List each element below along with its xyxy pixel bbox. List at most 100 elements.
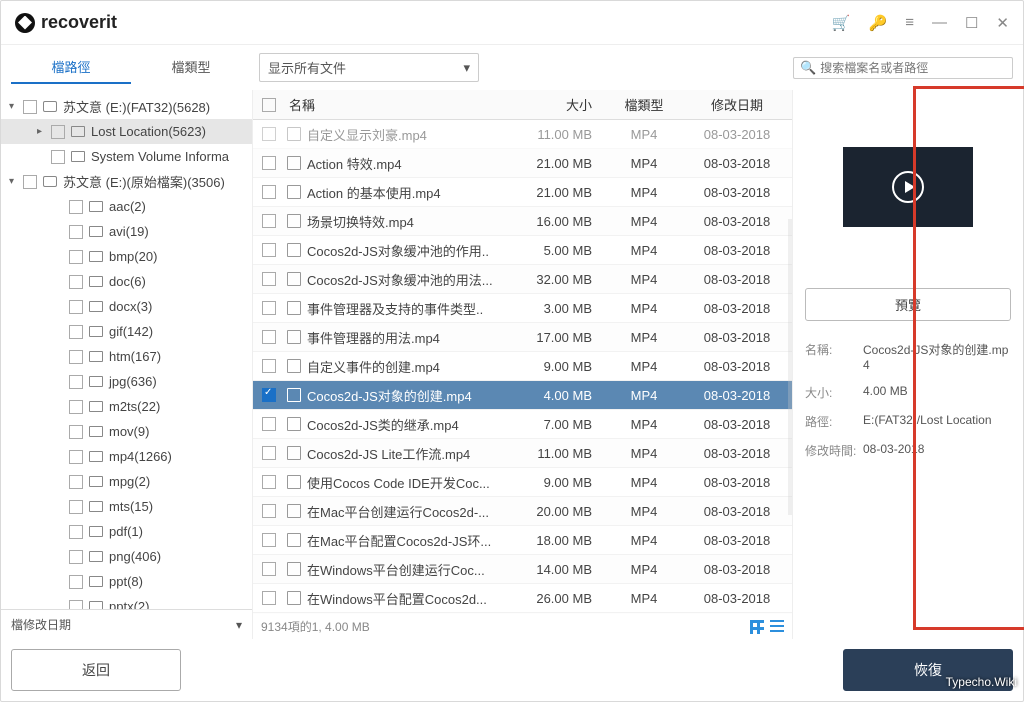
tree-item[interactable]: mp4(1266) (1, 444, 252, 469)
brand-name: recoverit (41, 12, 117, 33)
search-input[interactable] (820, 61, 1006, 75)
col-name[interactable]: 名稱 (285, 95, 516, 114)
file-icon (287, 533, 301, 547)
tree-item[interactable]: bmp(20) (1, 244, 252, 269)
file-row[interactable]: 场景切换特效.mp4 16.00 MB MP4 08-03-2018 (253, 207, 792, 236)
chevron-down-icon[interactable]: ▾ (236, 618, 242, 632)
row-checkbox[interactable] (262, 446, 276, 460)
back-button[interactable]: 返回 (11, 649, 181, 691)
col-size[interactable]: 大小 (516, 95, 606, 114)
list-view-icon[interactable] (770, 620, 784, 634)
tree-item[interactable]: ▾苏文意 (E:)(FAT32)(5628) (1, 94, 252, 119)
row-checkbox[interactable] (262, 301, 276, 315)
minimize-icon[interactable]: — (932, 14, 947, 31)
file-row[interactable]: 自定义事件的创建.mp4 9.00 MB MP4 08-03-2018 (253, 352, 792, 381)
tree-item[interactable]: pdf(1) (1, 519, 252, 544)
recover-button[interactable]: 恢復 (843, 649, 1013, 691)
file-row[interactable]: Cocos2d-JS对象的创建.mp4 4.00 MB MP4 08-03-20… (253, 381, 792, 410)
tree-item[interactable]: doc(6) (1, 269, 252, 294)
tree-item[interactable]: m2ts(22) (1, 394, 252, 419)
file-row[interactable]: 在Windows平台创建运行Coc... 14.00 MB MP4 08-03-… (253, 555, 792, 584)
file-icon (287, 185, 301, 199)
menu-icon[interactable]: ≡ (905, 14, 914, 31)
file-row[interactable]: Cocos2d-JS Lite工作流.mp4 11.00 MB MP4 08-0… (253, 439, 792, 468)
cart-icon[interactable]: 🛒 (832, 14, 851, 32)
tree-item[interactable]: ▸Lost Location(5623) (1, 119, 252, 144)
preview-button[interactable]: 預覽 (805, 288, 1011, 321)
tree-item[interactable]: pptx(2) (1, 594, 252, 609)
row-checkbox[interactable] (262, 475, 276, 489)
file-row[interactable]: 自定义显示刘豪.mp4 11.00 MB MP4 08-03-2018 (253, 120, 792, 149)
tree-item[interactable]: png(406) (1, 544, 252, 569)
file-row[interactable]: 使用Cocos Code IDE开发Coc... 9.00 MB MP4 08-… (253, 468, 792, 497)
info-path: E:(FAT32)/Lost Location (863, 413, 1011, 430)
row-checkbox[interactable] (262, 272, 276, 286)
chevron-down-icon: ▾ (463, 60, 470, 76)
logo-icon (15, 13, 35, 33)
row-checkbox[interactable] (262, 359, 276, 373)
grid-view-icon[interactable] (750, 620, 764, 634)
tree-item[interactable]: jpg(636) (1, 369, 252, 394)
row-checkbox[interactable] (262, 243, 276, 257)
file-icon (287, 330, 301, 344)
file-icon (287, 359, 301, 373)
tree-item[interactable]: gif(142) (1, 319, 252, 344)
file-icon (287, 417, 301, 431)
titlebar: recoverit 🛒 🔑 ≡ — ☐ ✕ (1, 1, 1023, 45)
sidebar-footer: 檔修改日期 ▾ (1, 609, 252, 639)
file-row[interactable]: Cocos2d-JS对象缓冲池的作用.. 5.00 MB MP4 08-03-2… (253, 236, 792, 265)
key-icon[interactable]: 🔑 (869, 14, 888, 32)
row-checkbox[interactable] (262, 214, 276, 228)
file-row[interactable]: 在Mac平台配置Cocos2d-JS环... 18.00 MB MP4 08-0… (253, 526, 792, 555)
file-icon (287, 446, 301, 460)
tree-item[interactable]: htm(167) (1, 344, 252, 369)
row-checkbox[interactable] (262, 185, 276, 199)
info-date: 08-03-2018 (863, 442, 1011, 459)
row-checkbox[interactable] (262, 504, 276, 518)
file-row[interactable]: Action 的基本使用.mp4 21.00 MB MP4 08-03-2018 (253, 178, 792, 207)
tree-item[interactable]: aac(2) (1, 194, 252, 219)
file-row[interactable]: 在Mac平台创建运行Cocos2d-... 20.00 MB MP4 08-03… (253, 497, 792, 526)
row-checkbox[interactable] (262, 127, 276, 141)
file-icon (287, 127, 301, 141)
select-all-checkbox[interactable] (262, 98, 276, 112)
close-icon[interactable]: ✕ (996, 14, 1009, 32)
maximize-icon[interactable]: ☐ (965, 14, 978, 32)
tree-item[interactable]: mts(15) (1, 494, 252, 519)
file-row[interactable]: 事件管理器及支持的事件类型.. 3.00 MB MP4 08-03-2018 (253, 294, 792, 323)
tree-item[interactable]: ppt(8) (1, 569, 252, 594)
row-checkbox[interactable] (262, 388, 276, 402)
tree-item[interactable]: System Volume Informa (1, 144, 252, 169)
tab-type[interactable]: 檔類型 (131, 51, 251, 84)
row-checkbox[interactable] (262, 591, 276, 605)
play-icon[interactable] (892, 171, 924, 203)
tab-path[interactable]: 檔路徑 (11, 51, 131, 84)
search-box[interactable]: 🔍 (793, 57, 1013, 79)
file-icon (287, 562, 301, 576)
file-list[interactable]: 自定义显示刘豪.mp4 11.00 MB MP4 08-03-2018 Acti… (253, 120, 792, 614)
file-icon (287, 504, 301, 518)
file-row[interactable]: 事件管理器的用法.mp4 17.00 MB MP4 08-03-2018 (253, 323, 792, 352)
col-type[interactable]: 檔類型 (606, 95, 682, 114)
file-row[interactable]: Action 特效.mp4 21.00 MB MP4 08-03-2018 (253, 149, 792, 178)
row-checkbox[interactable] (262, 533, 276, 547)
app-logo: recoverit (15, 12, 117, 33)
filter-dropdown[interactable]: 显示所有文件 ▾ (259, 53, 479, 82)
tree-item[interactable]: avi(19) (1, 219, 252, 244)
tree-item[interactable]: ▾苏文意 (E:)(原始檔案)(3506) (1, 169, 252, 194)
file-row[interactable]: Cocos2d-JS对象缓冲池的用法... 32.00 MB MP4 08-03… (253, 265, 792, 294)
file-row[interactable]: Cocos2d-JS类的继承.mp4 7.00 MB MP4 08-03-201… (253, 410, 792, 439)
tree-item[interactable]: mov(9) (1, 419, 252, 444)
row-checkbox[interactable] (262, 330, 276, 344)
row-checkbox[interactable] (262, 562, 276, 576)
file-row[interactable]: 在Windows平台配置Cocos2d... 26.00 MB MP4 08-0… (253, 584, 792, 613)
file-icon (287, 156, 301, 170)
file-row[interactable]: 将Cocos2d-JS项目编译成And... 23.00 MB MP4 08-0… (253, 613, 792, 614)
folder-tree[interactable]: ▾苏文意 (E:)(FAT32)(5628)▸Lost Location(562… (1, 90, 252, 609)
file-icon (287, 475, 301, 489)
tree-item[interactable]: docx(3) (1, 294, 252, 319)
row-checkbox[interactable] (262, 417, 276, 431)
col-date[interactable]: 修改日期 (682, 95, 792, 114)
tree-item[interactable]: mpg(2) (1, 469, 252, 494)
row-checkbox[interactable] (262, 156, 276, 170)
